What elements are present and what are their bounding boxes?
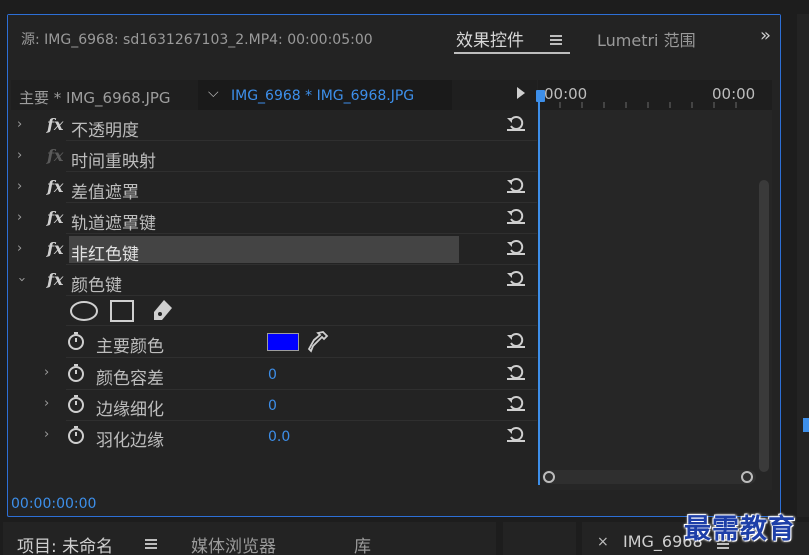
chevron-right-icon[interactable]: › xyxy=(44,365,49,380)
mask-tools-row xyxy=(11,296,537,326)
right-panel-edge xyxy=(797,14,809,517)
play-icon[interactable] xyxy=(517,87,525,99)
reset-icon[interactable] xyxy=(505,175,527,195)
effect-controls-tab[interactable]: 效果控件 xyxy=(456,26,524,51)
chevron-right-icon[interactable]: › xyxy=(17,117,22,132)
effect-label: 不透明度 xyxy=(71,121,139,141)
effect-row-time-remap[interactable]: › fx 时间重映射 xyxy=(11,141,537,172)
reset-icon[interactable] xyxy=(505,330,527,350)
keyframe-timeline[interactable]: 00:00 00:00 xyxy=(536,80,772,490)
close-icon[interactable]: × xyxy=(597,534,609,550)
reset-icon[interactable] xyxy=(505,113,527,133)
fx-icon: fx xyxy=(47,146,64,165)
effect-controls-panel: 源: IMG_6968: sd1631267103_2.MP4: 00:00:0… xyxy=(7,14,781,517)
project-menu-icon[interactable] xyxy=(145,539,157,549)
property-row-edge-feather[interactable]: › 羽化边缘 0.0 xyxy=(11,421,537,452)
reset-icon[interactable] xyxy=(505,237,527,257)
chevron-right-icon[interactable]: › xyxy=(44,396,49,411)
ruler-start-time: 00:00 xyxy=(544,85,588,103)
clip-name[interactable]: IMG_6968 * IMG_6968.JPG xyxy=(231,88,414,104)
playhead-handle[interactable] xyxy=(536,90,545,102)
fx-icon[interactable]: fx xyxy=(47,115,63,134)
effect-label: 轨道遮罩键 xyxy=(71,214,156,234)
key-color-swatch[interactable] xyxy=(267,333,299,351)
chevron-down-icon[interactable]: › xyxy=(14,277,29,282)
libraries-tab[interactable]: 库 xyxy=(354,532,371,555)
fx-icon[interactable]: fx xyxy=(47,177,63,196)
chevron-right-icon[interactable]: › xyxy=(17,148,22,163)
zoom-scrollbar[interactable] xyxy=(542,470,756,484)
reset-icon[interactable] xyxy=(505,206,527,226)
stopwatch-icon[interactable] xyxy=(67,331,85,351)
stopwatch-icon[interactable] xyxy=(67,394,85,414)
reset-icon[interactable] xyxy=(505,424,527,444)
chevron-down-icon[interactable]: ⌵ xyxy=(208,85,219,101)
zoom-handle-left[interactable] xyxy=(543,471,555,483)
ellipse-mask-icon[interactable] xyxy=(69,300,99,322)
app-root: 源: IMG_6968: sd1631267103_2.MP4: 00:00:0… xyxy=(0,0,809,555)
property-row-edge-thin[interactable]: › 边缘细化 0 xyxy=(11,390,537,421)
effect-label: 时间重映射 xyxy=(71,152,156,172)
fx-icon[interactable]: fx xyxy=(47,239,63,258)
current-timecode[interactable]: 00:00:00:00 xyxy=(11,496,96,512)
property-label: 羽化边缘 xyxy=(96,431,164,451)
fx-icon[interactable]: fx xyxy=(47,270,63,289)
more-tabs-icon[interactable]: » xyxy=(760,25,771,46)
fx-icon[interactable]: fx xyxy=(47,208,63,227)
master-clip-label[interactable]: 主要 * IMG_6968.JPG xyxy=(19,87,171,108)
watermark-logo: 最需教育 xyxy=(684,514,796,545)
vertical-scrollbar[interactable] xyxy=(759,180,769,472)
stopwatch-icon[interactable] xyxy=(67,363,85,383)
effect-label: 差值遮罩 xyxy=(71,183,139,203)
pen-mask-icon[interactable] xyxy=(150,298,174,324)
reset-icon[interactable] xyxy=(505,362,527,382)
effect-label: 颜色键 xyxy=(71,276,122,296)
ruler-end-time: 00:00 xyxy=(712,85,756,103)
effect-row-opacity[interactable]: › fx 不透明度 xyxy=(11,110,537,141)
effect-row-difference-matte[interactable]: › fx 差值遮罩 xyxy=(11,172,537,203)
reset-icon[interactable] xyxy=(505,393,527,413)
chevron-right-icon[interactable]: › xyxy=(17,179,22,194)
property-label: 颜色容差 xyxy=(96,369,164,389)
panel-header: 源: IMG_6968: sd1631267103_2.MP4: 00:00:0… xyxy=(8,15,780,61)
effect-row-color-key[interactable]: › fx 颜色键 xyxy=(11,265,537,296)
stopwatch-icon[interactable] xyxy=(67,425,85,445)
property-label: 主要颜色 xyxy=(96,337,164,357)
source-tab[interactable]: 源: IMG_6968: sd1631267103_2.MP4: 00:00:0… xyxy=(21,29,373,49)
eyedropper-icon[interactable] xyxy=(306,329,330,355)
chevron-right-icon[interactable]: › xyxy=(17,241,22,256)
tools-panel xyxy=(503,522,576,555)
lumetri-scopes-tab[interactable]: Lumetri 范围 xyxy=(597,27,696,51)
time-ruler[interactable]: 00:00 00:00 xyxy=(538,80,772,110)
source-clip-row: 主要 * IMG_6968.JPG ⌵ IMG_6968 * IMG_6968.… xyxy=(11,80,537,110)
panel-menu-icon[interactable] xyxy=(550,35,562,45)
ruler-ticks xyxy=(559,102,737,108)
project-tab[interactable]: 项目: 未命名 xyxy=(17,532,113,555)
property-row-key-color[interactable]: 主要颜色 xyxy=(11,327,537,358)
effect-row-track-matte-key[interactable]: › fx 轨道遮罩键 xyxy=(11,203,537,234)
right-panel-accent xyxy=(803,418,809,432)
effect-row-non-red-key[interactable]: › fx 非红色键 xyxy=(11,234,537,265)
property-value[interactable]: 0.0 xyxy=(268,429,290,445)
active-tab-underline xyxy=(454,52,570,54)
rectangle-mask-icon[interactable] xyxy=(109,299,135,323)
property-row-color-tolerance[interactable]: › 颜色容差 0 xyxy=(11,359,537,390)
property-value[interactable]: 0 xyxy=(268,398,277,414)
chevron-right-icon[interactable]: › xyxy=(17,210,22,225)
reset-icon[interactable] xyxy=(505,268,527,288)
chevron-right-icon[interactable]: › xyxy=(44,427,49,442)
zoom-handle-right[interactable] xyxy=(741,471,753,483)
effect-label: 非红色键 xyxy=(71,245,139,265)
property-value[interactable]: 0 xyxy=(268,367,277,383)
property-label: 边缘细化 xyxy=(96,400,164,420)
media-browser-tab[interactable]: 媒体浏览器 xyxy=(191,532,276,555)
playhead-line[interactable] xyxy=(538,90,540,485)
